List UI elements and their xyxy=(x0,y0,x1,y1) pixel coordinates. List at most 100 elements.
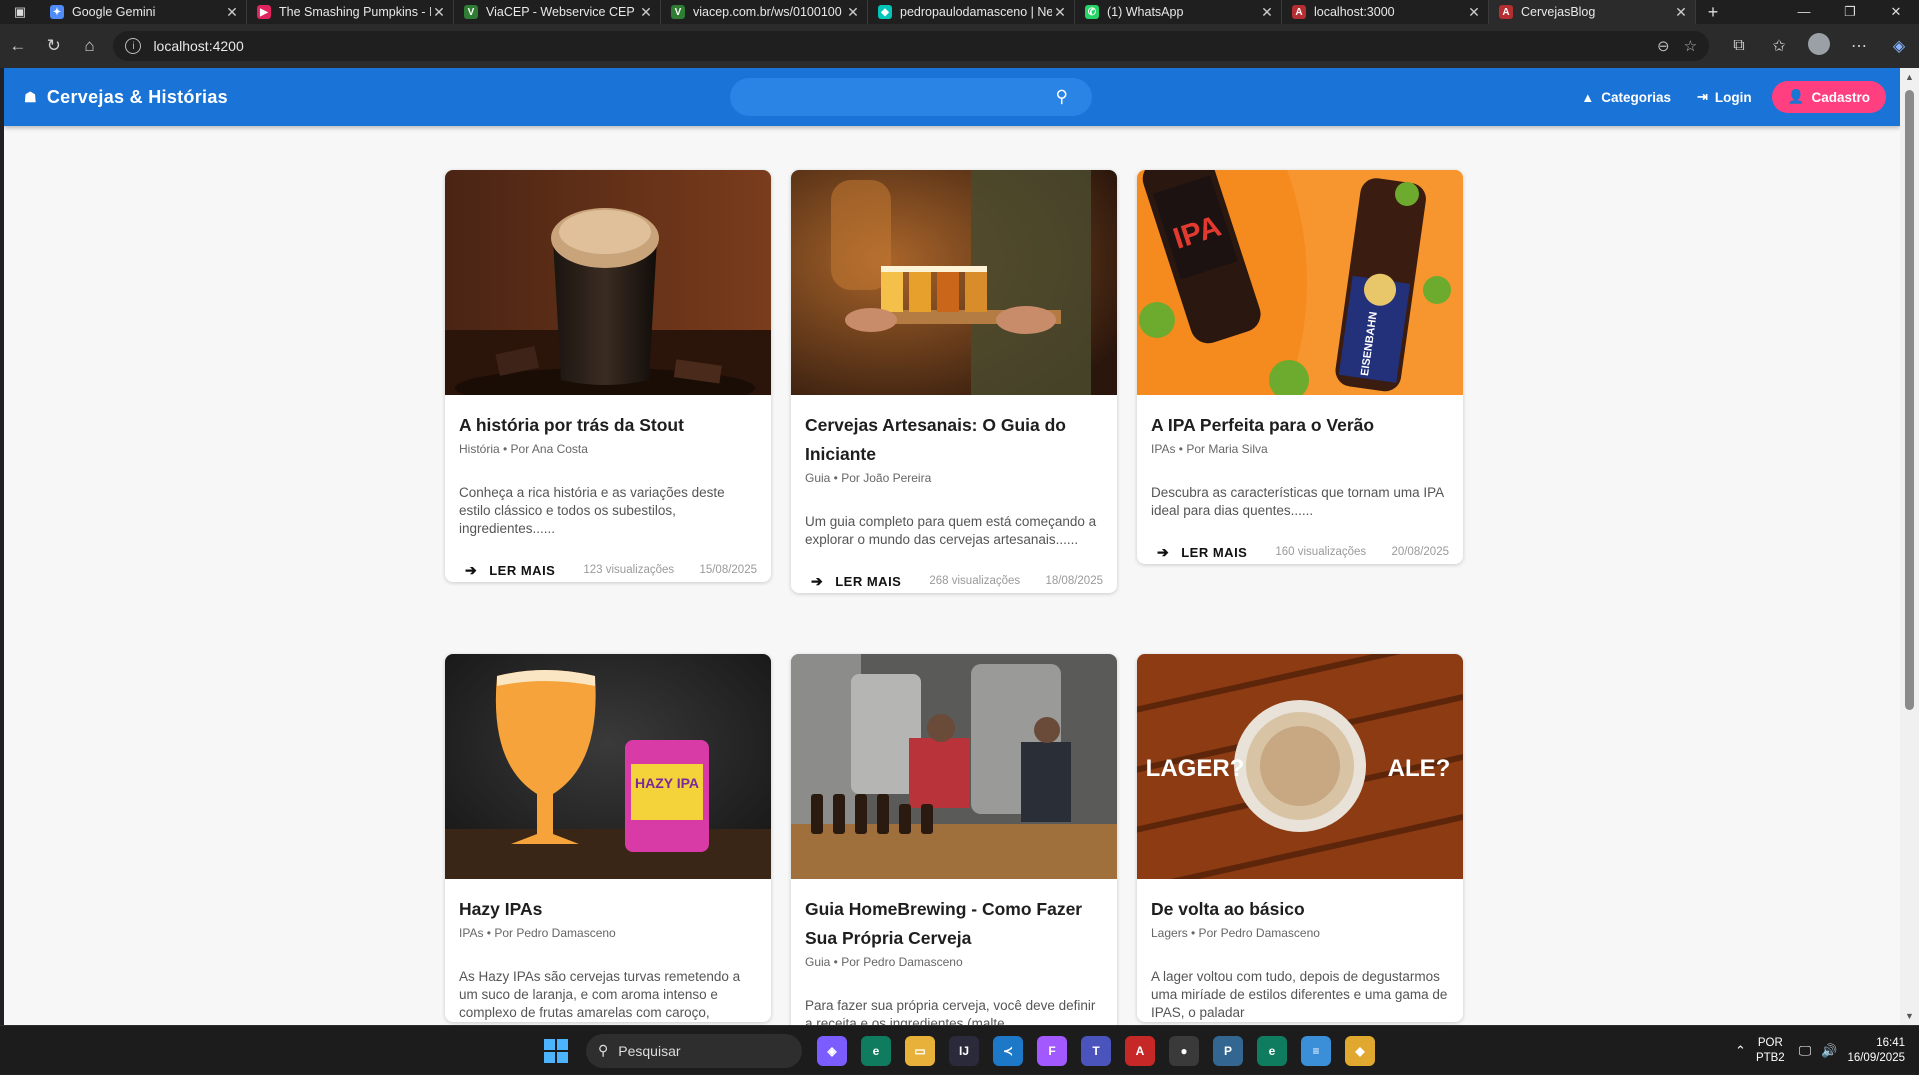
signup-button[interactable]: 👤 Cadastro xyxy=(1771,81,1886,113)
tab-favicon-icon: ✦ xyxy=(50,5,64,19)
post-title[interactable]: A história por trás da Stout xyxy=(459,411,757,440)
notepad-app-icon[interactable]: ≡ xyxy=(1301,1035,1331,1066)
chevron-up-icon[interactable]: ⌃ xyxy=(1735,1043,1746,1059)
back-icon[interactable]: ← xyxy=(0,36,36,56)
brand-logo[interactable]: ☗ Cervejas & Histórias xyxy=(24,68,228,126)
close-tab-icon[interactable]: ✕ xyxy=(1052,4,1068,21)
post-meta: História • Por Ana Costa xyxy=(459,442,588,456)
post-views: 160 visualizações xyxy=(1275,546,1367,558)
tab-title: The Smashing Pumpkins - I xyxy=(279,5,431,19)
taskbar-search[interactable]: ⚲ Pesquisar xyxy=(586,1033,802,1068)
close-tab-icon[interactable]: ✕ xyxy=(431,4,447,21)
profile-avatar[interactable] xyxy=(1799,32,1839,60)
post-card[interactable]: A história por trás da Stout História • … xyxy=(445,170,771,582)
home-icon[interactable]: ⌂ xyxy=(72,36,108,56)
restore-icon[interactable]: ❐ xyxy=(1827,0,1873,24)
teams-app-icon[interactable]: T xyxy=(1081,1035,1111,1066)
close-tab-icon[interactable]: ✕ xyxy=(1259,4,1275,21)
file-explorer-icon[interactable]: ▭ xyxy=(905,1035,935,1066)
tab-favicon-icon: V xyxy=(464,5,478,19)
read-more-button[interactable]: ➔ LER MAIS xyxy=(811,573,901,590)
post-title[interactable]: De volta ao básico xyxy=(1151,895,1449,924)
close-window-icon[interactable]: ✕ xyxy=(1873,0,1919,24)
scrollbar-thumb[interactable] xyxy=(1905,90,1914,710)
close-tab-icon[interactable]: ✕ xyxy=(638,4,654,21)
close-tab-icon[interactable]: ✕ xyxy=(845,4,861,21)
close-tab-icon[interactable]: ✕ xyxy=(1466,4,1482,21)
tab-favicon-icon: ◆ xyxy=(878,5,892,19)
copilot-icon[interactable]: ◈ xyxy=(1879,36,1919,56)
browser-tab[interactable]: Alocalhost:3000 ✕ xyxy=(1282,0,1489,24)
tab-title: (1) WhatsApp xyxy=(1107,5,1184,19)
postgres-app-icon[interactable]: P xyxy=(1213,1035,1243,1066)
intellij-app-icon[interactable]: IJ xyxy=(949,1035,979,1066)
post-title[interactable]: Cervejas Artesanais: O Guia do Iniciante xyxy=(805,411,1103,469)
nav-login[interactable]: ⇥ Login xyxy=(1697,89,1752,105)
post-card[interactable]: LAGER? ALE? De volta ao básico Lagers • … xyxy=(1137,654,1463,1022)
page-viewport: ☗ Cervejas & Histórias ⚲ ▲ Categorias ⇥ … xyxy=(4,68,1900,1025)
tab-favicon-icon: A xyxy=(1499,5,1513,19)
more-options-icon[interactable]: ⋯ xyxy=(1839,36,1879,56)
zoom-icon[interactable]: ⊖ xyxy=(1657,37,1670,55)
volume-icon[interactable]: 🔊 xyxy=(1821,1043,1837,1059)
read-more-button[interactable]: ➔ LER MAIS xyxy=(465,562,555,579)
browser-tab[interactable]: A CervejasBlog ✕ xyxy=(1489,0,1696,24)
favorites-icon[interactable]: ✩ xyxy=(1759,36,1799,56)
browser-tab[interactable]: ✦ Google Gemini ✕ xyxy=(40,0,247,24)
edge-active-app-icon[interactable]: e xyxy=(1257,1035,1287,1066)
vscode-app-icon[interactable]: ≺ xyxy=(993,1035,1023,1066)
clock-time: 16:41 xyxy=(1876,1036,1905,1049)
minimize-icon[interactable]: — xyxy=(1781,0,1827,24)
scroll-down-icon[interactable]: ▼ xyxy=(1900,1011,1919,1021)
close-tab-icon[interactable]: ✕ xyxy=(1673,4,1689,21)
browser-tab[interactable]: ◆ pedropaulodamasceno | Ne ✕ xyxy=(868,0,1075,24)
beer-icon: ☗ xyxy=(24,88,37,105)
page-scrollbar[interactable]: ▲ ▼ xyxy=(1900,68,1919,1025)
post-meta: IPAs • Por Pedro Damasceno xyxy=(459,926,616,940)
github-app-icon[interactable]: ● xyxy=(1169,1035,1199,1066)
language-indicator[interactable]: POR PTB2 xyxy=(1756,1036,1785,1066)
post-date: 20/08/2025 xyxy=(1391,546,1449,558)
extensions-icon[interactable]: ⧉ xyxy=(1719,37,1759,55)
reload-icon[interactable]: ↻ xyxy=(36,36,72,56)
app-header: ☗ Cervejas & Histórias ⚲ ▲ Categorias ⇥ … xyxy=(4,68,1900,126)
angular-app-icon[interactable]: A xyxy=(1125,1035,1155,1066)
scroll-up-icon[interactable]: ▲ xyxy=(1900,72,1919,82)
post-title[interactable]: Hazy IPAs xyxy=(459,895,757,924)
tab-actions-icon[interactable]: ▣ xyxy=(0,0,40,24)
lager-label-text: LAGER? xyxy=(1146,755,1245,782)
post-card[interactable]: Cervejas Artesanais: O Guia do Iniciante… xyxy=(791,170,1117,593)
post-card[interactable]: HAZY IPA Hazy IPAs IPAs • Por Pedro Dama… xyxy=(445,654,771,1022)
site-info-icon[interactable]: i xyxy=(125,38,142,54)
post-card[interactable]: Guia HomeBrewing - Como Fazer Sua Própri… xyxy=(791,654,1117,1025)
arrow-right-icon: ➔ xyxy=(811,572,824,589)
browser-tab[interactable]: ▶ The Smashing Pumpkins - I ✕ xyxy=(247,0,454,24)
search-input[interactable]: ⚲ xyxy=(730,78,1092,116)
clock[interactable]: 16:41 16/09/2025 xyxy=(1847,1036,1905,1066)
git-app-icon[interactable]: ◆ xyxy=(1345,1035,1375,1066)
post-title[interactable]: A IPA Perfeita para o Verão xyxy=(1151,411,1449,440)
network-icon[interactable]: 🖵 xyxy=(1799,1043,1812,1059)
close-tab-icon[interactable]: ✕ xyxy=(224,4,240,21)
new-tab-button[interactable]: + xyxy=(1696,2,1730,23)
figma-app-icon[interactable]: F xyxy=(1037,1035,1067,1066)
header-nav: ▲ Categorias ⇥ Login 👤 Cadastro xyxy=(1555,68,1886,126)
nav-categories[interactable]: ▲ Categorias xyxy=(1581,90,1671,105)
windows-start-icon[interactable] xyxy=(544,1038,568,1063)
browser-tab[interactable]: V ViaCEP - Webservice CEP e ✕ xyxy=(454,0,661,24)
search-icon[interactable]: ⚲ xyxy=(1056,87,1068,107)
edge-app-icon[interactable]: e xyxy=(861,1035,891,1066)
read-more-button[interactable]: ➔ LER MAIS xyxy=(1157,544,1247,561)
address-bar[interactable]: i localhost:4200 ⊖ ☆ xyxy=(113,31,1710,61)
copilot-app-icon[interactable]: ◈ xyxy=(817,1035,847,1066)
post-title[interactable]: Guia HomeBrewing - Como Fazer Sua Própri… xyxy=(805,895,1103,953)
post-excerpt: Para fazer sua própria cerveja, você dev… xyxy=(805,998,1096,1025)
arrow-right-icon: ➔ xyxy=(1157,543,1170,560)
nav-login-label: Login xyxy=(1714,89,1752,105)
tab-title: CervejasBlog xyxy=(1521,5,1596,19)
browser-tab[interactable]: ✆ (1) WhatsApp ✕ xyxy=(1075,0,1282,24)
favorite-star-icon[interactable]: ☆ xyxy=(1684,37,1697,55)
browser-tab[interactable]: Vviacep.com.br/ws/0100100 ✕ xyxy=(661,0,868,24)
categories-icon: ▲ xyxy=(1581,89,1595,105)
post-card[interactable]: IPA EISENBAHN A IPA Perfeita para o Verã… xyxy=(1137,170,1463,564)
